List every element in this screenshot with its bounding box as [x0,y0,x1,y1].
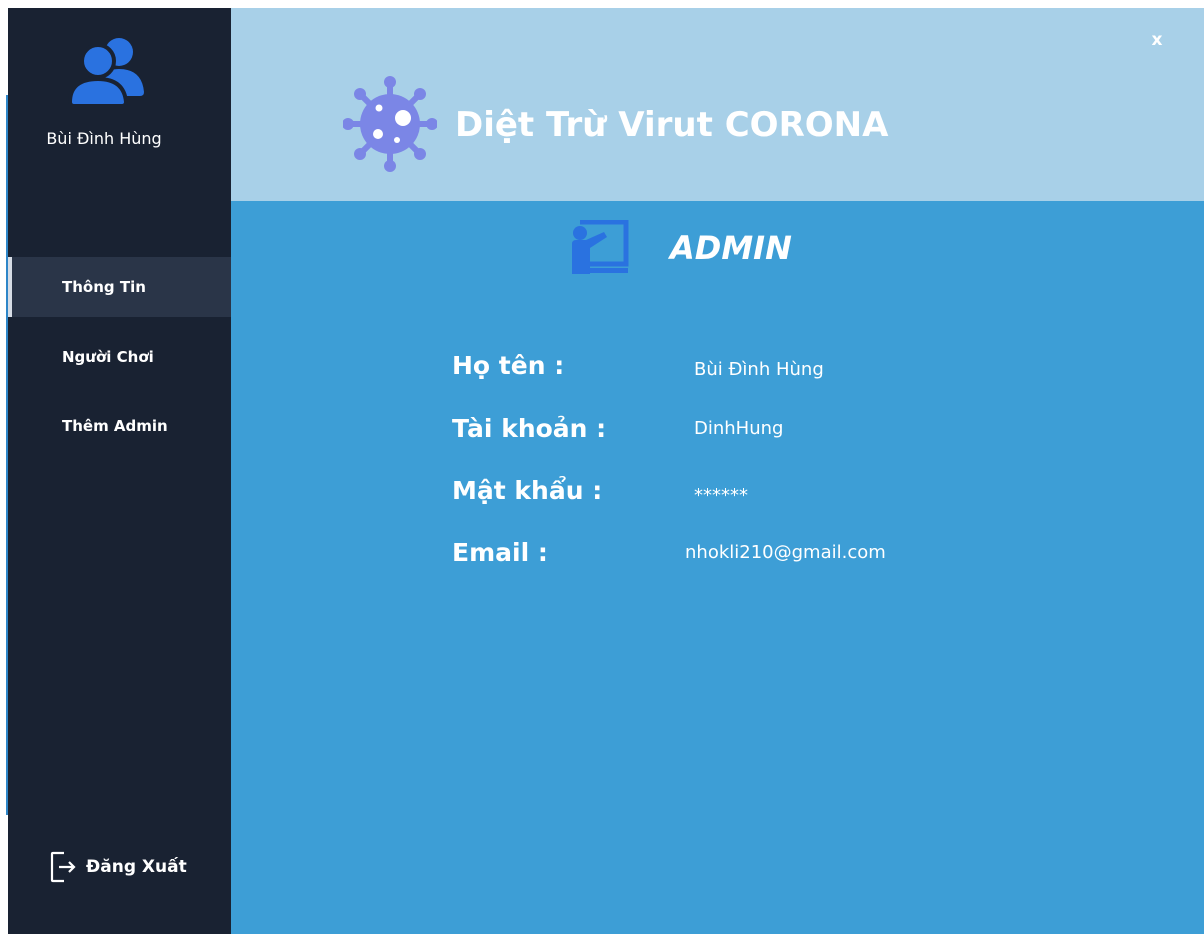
header: Diệt Trừ Virut CORONA x [231,8,1204,201]
sidebar-item-label: Thông Tin [62,278,146,296]
app-title: Diệt Trừ Virut CORONA [455,105,889,145]
full-name-label: Họ tên : [452,351,565,380]
sidebar-item-label: Người Chơi [62,348,154,366]
logout-button[interactable]: Đăng Xuất [50,850,187,884]
sidebar-item-label: Thêm Admin [62,417,168,435]
sidebar-item-info[interactable]: Thông Tin [8,257,231,317]
user-name: Bùi Đình Hùng [46,129,162,148]
sidebar-item-add-admin[interactable]: Thêm Admin [8,396,231,456]
role-title: ADMIN [670,229,792,267]
email-label: Email : [452,538,548,567]
password-value: ****** [694,485,748,506]
logout-label: Đăng Xuất [86,857,187,877]
logout-icon [50,851,76,883]
app-window: Bùi Đình Hùng Thông Tin Người Chơi Thêm … [8,8,1204,934]
sidebar-item-players[interactable]: Người Chơi [8,327,231,387]
password-label: Mật khẩu : [452,476,603,505]
account-value: DinhHung [694,418,784,439]
teacher-board-icon [572,220,629,274]
virus-icon [343,76,437,172]
sidebar: Bùi Đình Hùng Thông Tin Người Chơi Thêm … [8,8,231,934]
email-value: nhokli210@gmail.com [685,542,886,563]
users-icon [68,38,144,106]
full-name-value: Bùi Đình Hùng [694,359,824,380]
close-button[interactable]: x [1147,30,1167,54]
account-label: Tài khoản : [452,414,607,443]
